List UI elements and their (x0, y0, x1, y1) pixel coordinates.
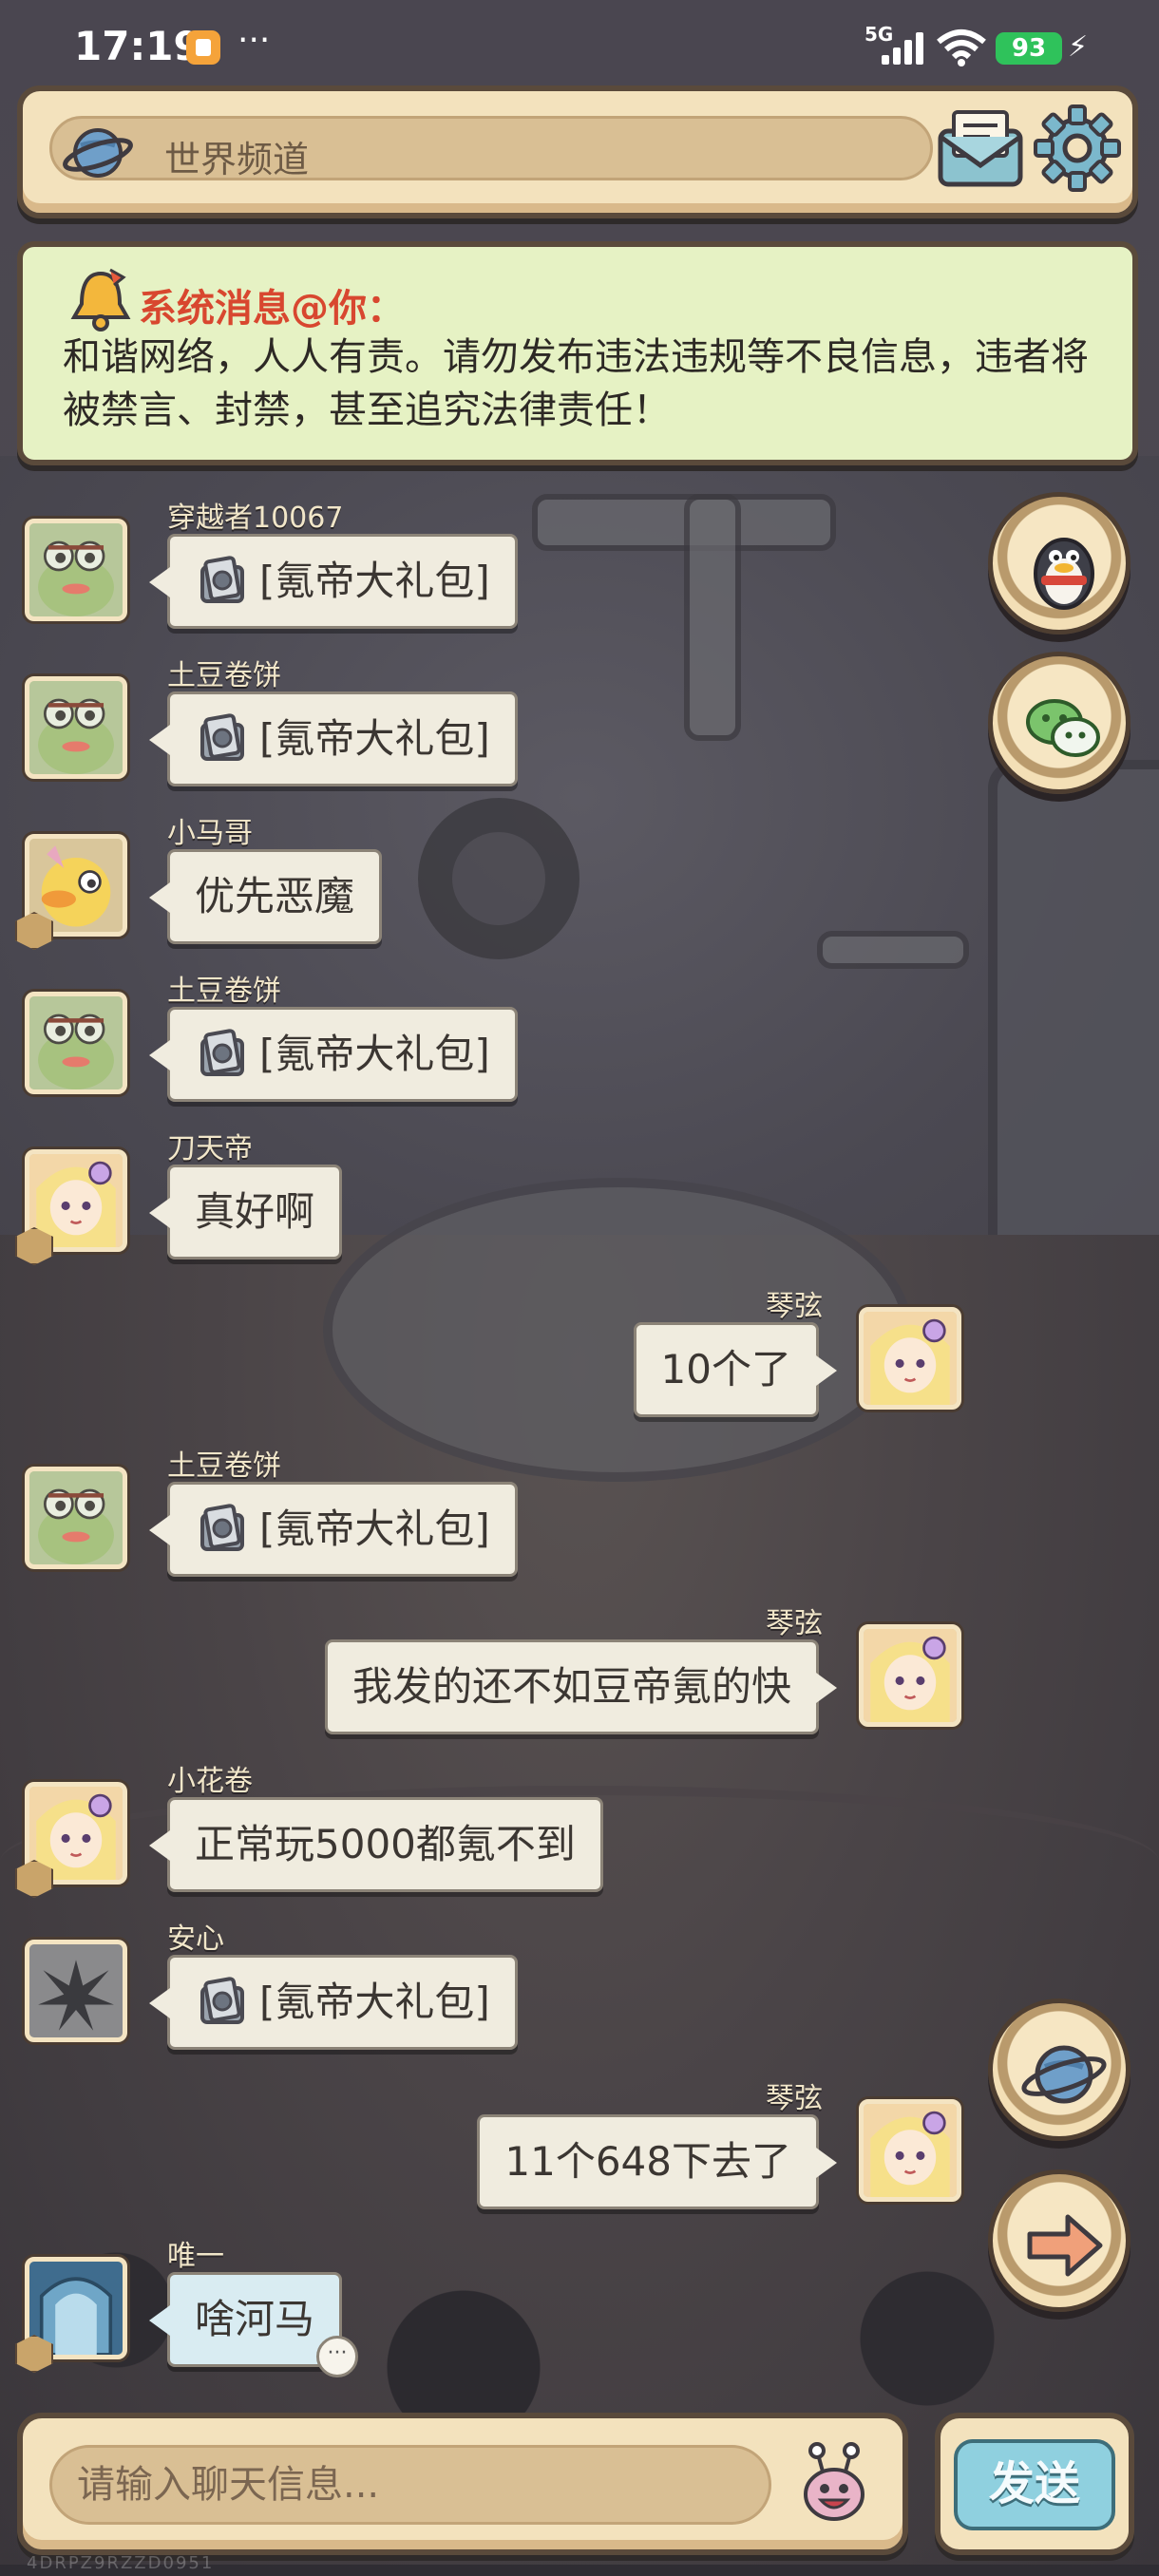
chat-input[interactable] (49, 2445, 771, 2525)
message-text: 10个了 (660, 1346, 791, 1392)
sender-name: 琴弦 (766, 1607, 823, 1640)
signal-icon (882, 30, 923, 65)
sender-name: 土豆卷饼 (167, 659, 281, 692)
gift-pack-icon (200, 1029, 244, 1076)
message-text: 11个648下去了 (504, 2138, 791, 2185)
avatar[interactable] (25, 1940, 127, 2042)
gift-message-bubble[interactable]: [氪帝大礼包] (149, 1482, 518, 1577)
sender-name: 小花卷 (167, 1765, 253, 1798)
penguin-icon (1034, 538, 1094, 610)
chat-header: 世界频道 (17, 85, 1138, 218)
message-text: 啥河马 (195, 2296, 315, 2342)
message-bubble[interactable]: 我发的还不如豆帝氪的快 (324, 1639, 838, 1734)
chat-message: 土豆卷饼 [氪帝大礼包] (0, 1442, 1159, 1601)
charging-icon: ⚡ (1068, 30, 1089, 64)
arrow-right-icon (1027, 2214, 1103, 2277)
emoji-icon[interactable] (788, 2439, 880, 2530)
chat-input-bar (17, 2413, 908, 2555)
gift-pack-icon (200, 1504, 244, 1551)
world-channel-button[interactable] (988, 1998, 1130, 2141)
status-bar: 17:19 ··· 5G 93 ⚡ (0, 0, 1159, 91)
sender-name: 小马哥 (167, 817, 253, 850)
avatar[interactable] (859, 1624, 961, 1727)
sender-name: 土豆卷饼 (167, 1449, 281, 1483)
message-bubble[interactable]: 11个648下去了 (477, 2114, 837, 2209)
sender-name: 琴弦 (766, 2082, 823, 2115)
message-text: [氪帝大礼包] (259, 1506, 490, 1552)
avatar[interactable] (25, 519, 127, 621)
bell-icon (70, 268, 131, 331)
message-text: [氪帝大礼包] (259, 1979, 490, 2025)
message-text: [氪帝大礼包] (259, 1031, 490, 1077)
gear-icon[interactable] (1032, 103, 1123, 194)
chat-message: 安心 [氪帝大礼包] (0, 1915, 1159, 2074)
avatar[interactable] (25, 676, 127, 779)
gift-message-bubble[interactable]: [氪帝大礼包] (149, 1955, 518, 2050)
message-bubble[interactable]: 优先恶魔 (148, 849, 383, 944)
message-text: 真好啊 (195, 1188, 315, 1235)
app-notification-icon (186, 30, 220, 65)
avatar[interactable] (25, 1467, 127, 1569)
globe-icon (1021, 2045, 1107, 2104)
system-message: 系统消息@你： 和谐网络，人人有责。请勿发布违法违规等不良信息，违者将被禁言、封… (17, 241, 1138, 465)
message-bubble[interactable]: 真好啊 (148, 1165, 343, 1260)
wifi-icon (937, 29, 986, 66)
system-message-body: 和谐网络，人人有责。请勿发布违法违规等不良信息，违者将被禁言、封禁，甚至追究法律… (63, 335, 1089, 432)
sender-name: 刀天帝 (167, 1132, 253, 1165)
message-bubble[interactable]: 啥河马 ··· (148, 2272, 359, 2377)
chat-message: 土豆卷饼 [氪帝大礼包] (0, 967, 1159, 1127)
sender-name: 土豆卷饼 (167, 975, 281, 1008)
message-bubble[interactable]: 正常玩5000都氪不到 (149, 1797, 603, 1892)
message-text: [氪帝大礼包] (259, 715, 490, 762)
sender-name: 穿越者10067 (167, 502, 344, 535)
sender-name: 唯一 (167, 2240, 224, 2273)
message-bubble[interactable]: 10个了 (633, 1322, 838, 1417)
chat-message: 穿越者10067 [氪帝大礼包] (0, 494, 1159, 653)
planet-icon (63, 128, 133, 178)
channel-selector[interactable]: 世界频道 (49, 116, 933, 180)
chat-message: 唯一 啥河马 ··· (0, 2232, 1159, 2392)
message-text: [氪帝大礼包] (259, 558, 490, 604)
avatar[interactable] (859, 2099, 961, 2202)
more-notifications-icon: ··· (238, 21, 271, 60)
mail-icon[interactable] (933, 104, 1028, 192)
status-time: 17:19 (74, 23, 201, 69)
send-button-frame: 发送 (935, 2413, 1134, 2555)
wechat-icon (1026, 699, 1100, 757)
sender-name: 琴弦 (766, 1290, 823, 1323)
message-text: 正常玩5000都氪不到 (195, 1821, 576, 1867)
message-text: 优先恶魔 (195, 873, 355, 919)
gift-message-bubble[interactable]: [氪帝大礼包] (149, 691, 518, 786)
gift-message-bubble[interactable]: [氪帝大礼包] (149, 534, 518, 629)
gift-pack-icon (200, 1977, 244, 2024)
chat-message: 小马哥优先恶魔 (0, 809, 1159, 969)
chat-message: 琴弦 11个648下去了 (0, 2074, 1159, 2234)
send-button[interactable]: 发送 (954, 2439, 1115, 2530)
sender-name: 安心 (167, 1923, 224, 1956)
chat-message: 小花卷正常玩5000都氪不到 (0, 1757, 1159, 1917)
avatar[interactable] (859, 1307, 961, 1410)
gift-pack-icon (200, 556, 244, 603)
gift-pack-icon (200, 713, 244, 761)
chat-message: 琴弦我发的还不如豆帝氪的快 (0, 1600, 1159, 1759)
channel-label: 世界频道 (164, 139, 310, 180)
wechat-share-button[interactable] (988, 652, 1130, 794)
avatar[interactable] (25, 992, 127, 1094)
watermark: 4DRPZ9RZZD0951 (27, 2553, 215, 2573)
chat-message: 琴弦 10个了 (0, 1282, 1159, 1442)
chat-bubble-icon: ··· (316, 2336, 359, 2377)
message-text: 我发的还不如豆帝氪的快 (352, 1663, 791, 1710)
battery-level: 93 (996, 32, 1062, 65)
qq-share-button[interactable] (988, 492, 1130, 635)
system-message-title: 系统消息@你： (139, 287, 405, 331)
next-button[interactable] (988, 2169, 1130, 2312)
chat-message: 刀天帝真好啊 (0, 1125, 1159, 1284)
gift-message-bubble[interactable]: [氪帝大礼包] (149, 1007, 518, 1102)
chat-message: 土豆卷饼 [氪帝大礼包] (0, 652, 1159, 811)
